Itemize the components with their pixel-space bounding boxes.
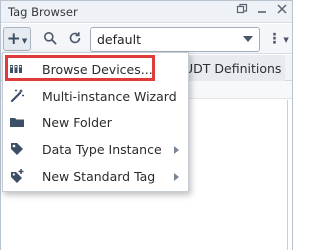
highlight-box — [5, 55, 155, 81]
search-icon[interactable] — [42, 30, 58, 46]
tag-provider-value: default — [97, 32, 141, 47]
menu-item-multi-instance-wizard[interactable]: Multi-instance Wizard — [3, 84, 188, 109]
tab-udt-definitions[interactable]: UDT Definitions — [179, 55, 286, 81]
menu-item-label: Multi-instance Wizard — [42, 89, 177, 104]
window-controls — [236, 3, 288, 19]
chevron-down-icon: ▼ — [283, 36, 289, 44]
menu-item-new-standard-tag[interactable]: New Standard Tag — [3, 164, 188, 189]
refresh-icon[interactable] — [67, 30, 83, 46]
folder-icon — [9, 114, 25, 130]
submenu-arrow-icon — [174, 146, 179, 154]
restore-icon[interactable] — [236, 3, 248, 19]
kebab-icon: ⋮ — [267, 31, 282, 47]
close-icon[interactable] — [276, 3, 288, 19]
title-bar: Tag Browser — [1, 1, 292, 23]
tag-browser-panel: Tag Browser + ▼ default ⋮ ▼ UDT Definiti… — [0, 0, 293, 250]
minimize-icon[interactable] — [256, 3, 268, 19]
add-dropdown-menu: Browse Devices... Multi-instance Wizard … — [2, 52, 189, 192]
tag-icon — [9, 141, 25, 157]
submenu-arrow-icon — [174, 173, 179, 181]
menu-item-label: Data Type Instance — [42, 142, 162, 157]
kebab-menu-button[interactable]: ⋮ ▼ — [267, 27, 289, 51]
plus-icon: + — [6, 28, 21, 49]
panel-title: Tag Browser — [8, 5, 78, 19]
dropdown-arrow-icon — [243, 36, 253, 42]
menu-item-new-folder[interactable]: New Folder — [3, 110, 188, 135]
chevron-down-icon: ▼ — [21, 36, 28, 45]
divider — [287, 100, 288, 250]
tag-plus-icon — [9, 168, 25, 184]
add-button[interactable]: + ▼ — [3, 27, 31, 51]
menu-item-data-type-instance[interactable]: Data Type Instance — [3, 137, 188, 162]
tag-provider-select[interactable]: default — [90, 27, 260, 52]
toolbar: + ▼ default ⋮ ▼ — [1, 24, 292, 54]
menu-item-label: New Standard Tag — [42, 169, 156, 184]
wizard-wand-icon — [9, 88, 25, 104]
menu-item-label: New Folder — [42, 115, 112, 130]
